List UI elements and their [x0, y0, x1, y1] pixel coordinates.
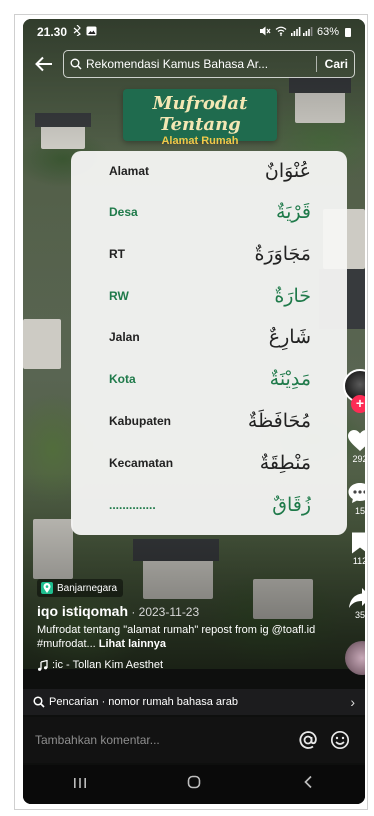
like-count: 292: [352, 454, 365, 464]
vocab-indonesian: Kabupaten: [109, 414, 172, 428]
vocab-arabic: مَدِيْنَةٌ: [269, 368, 311, 390]
vocab-arabic: حَارَةٌ: [274, 285, 311, 307]
status-left-icons: [73, 24, 97, 39]
caption-text: Mufrodat tentang "alamat rumah" repost f…: [37, 624, 316, 650]
vocab-arabic: مُحَافَظَةٌ: [247, 410, 311, 432]
comment-bar: Tambahkan komentar...: [23, 717, 365, 763]
vocab-row: RW حَارَةٌ: [71, 276, 347, 316]
bookmark-count: 112: [352, 556, 365, 566]
search-suggestion-bar[interactable]: Pencarian · nomor rumah bahasa arab ›: [23, 689, 365, 715]
author-name[interactable]: iqo istiqomah: [37, 603, 128, 619]
vocab-indonesian: RT: [109, 247, 125, 261]
mute-icon: [259, 26, 271, 39]
vocab-row: Desa قَرْيَةٌ: [71, 192, 347, 232]
search-query: Rekomendasi Kamus Bahasa Ar...: [86, 57, 269, 71]
share-button[interactable]: 35: [345, 587, 365, 620]
signal-icon: [290, 26, 313, 39]
comment-count: 15: [354, 506, 365, 516]
vocab-row: Alamat عُنْوَانٌ: [71, 151, 347, 191]
vocab-arabic: زُقَاقٌ: [272, 494, 311, 516]
back-button[interactable]: [27, 47, 61, 81]
music-line[interactable]: :ic - Tollan Kim Aesthet: [37, 659, 163, 671]
vocab-row: Kota مَدِيْنَةٌ: [71, 359, 347, 399]
banner-title: Mufrodat Tentang: [152, 93, 248, 135]
title-banner: Mufrodat Tentang Alamat Rumah: [123, 89, 277, 147]
music-title: :ic - Tollan Kim Aesthet: [52, 659, 164, 671]
vocab-indonesian: Kecamatan: [109, 456, 174, 470]
back-arrow-icon: [35, 56, 52, 72]
heart-icon: [348, 430, 365, 451]
recent-apps-button[interactable]: [50, 776, 110, 794]
status-bar: 21.30 63%: [23, 19, 365, 45]
follow-button[interactable]: +: [351, 395, 365, 413]
music-note-icon: [38, 659, 48, 671]
like-button[interactable]: 292: [345, 429, 365, 464]
vocab-card: Alamat عُنْوَانٌ Desa قَرْيَةٌ RT مَجَاو…: [71, 151, 347, 535]
share-arrow-icon: [349, 588, 365, 608]
recent-apps-icon: [74, 777, 86, 788]
author-line[interactable]: iqo istiqomah · 2023-11-23: [37, 603, 199, 619]
search-divider: [315, 56, 317, 72]
vocab-indonesian: RW: [109, 289, 129, 303]
search-icon: [70, 58, 86, 70]
vocab-indonesian: Jalan: [109, 330, 140, 344]
back-chevron-icon: [304, 775, 312, 789]
bookmark-button[interactable]: 112: [345, 531, 365, 566]
vocab-arabic: مَجَاوَرَةٌ: [254, 243, 311, 265]
comment-button[interactable]: 15: [345, 481, 365, 516]
gallery-icon: [86, 25, 97, 39]
battery-icon: [345, 27, 351, 37]
vocab-indonesian: Kota: [109, 372, 136, 386]
vocab-indonesian: Alamat: [109, 164, 150, 178]
status-right-icons: 63%: [259, 26, 351, 39]
vocab-row: Kecamatan مَنْطِقَةٌ: [71, 443, 347, 483]
vocab-arabic: شَارِعٌ: [268, 326, 311, 348]
status-time: 21.30: [37, 25, 68, 39]
notification-icon: [73, 24, 81, 39]
emoji-icon: [330, 730, 350, 750]
location-tag[interactable]: Banjarnegara: [37, 579, 124, 597]
suggestion-text: Pencarian · nomor rumah bahasa arab: [49, 696, 238, 708]
home-button[interactable]: [164, 775, 224, 794]
emoji-button[interactable]: [327, 730, 353, 750]
battery-percent: 63%: [316, 26, 339, 38]
wifi-icon: [275, 26, 287, 39]
comment-icon: [348, 483, 365, 503]
vocab-arabic: عُنْوَانٌ: [264, 160, 311, 182]
phone-screen: 21.30 63% Rekomendasi Kamus Bahasa Ar...…: [23, 19, 365, 804]
vocab-indonesian: ..............: [109, 498, 156, 512]
see-more-link[interactable]: Lihat lainnya: [99, 638, 166, 650]
location-name: Banjarnegara: [57, 582, 118, 594]
bookmark-icon: [352, 532, 365, 554]
music-disc[interactable]: [345, 641, 365, 675]
vocab-row: .............. زُقَاقٌ: [71, 485, 347, 525]
home-icon: [187, 775, 201, 789]
vocab-arabic: قَرْيَةٌ: [275, 201, 311, 223]
screenshot-frame: 21.30 63% Rekomendasi Kamus Bahasa Ar...…: [14, 14, 368, 810]
at-sign-icon: [299, 731, 317, 749]
vocab-indonesian: Desa: [109, 205, 138, 219]
top-bar: Rekomendasi Kamus Bahasa Ar... Cari: [23, 47, 365, 81]
share-count: 35: [354, 610, 365, 620]
chevron-right-icon: ›: [350, 694, 355, 710]
search-button[interactable]: Cari: [325, 57, 348, 71]
comment-input[interactable]: Tambahkan komentar...: [35, 733, 289, 747]
banner-subtitle: Alamat Rumah: [161, 135, 239, 147]
vocab-row: Jalan شَارِعٌ: [71, 317, 347, 357]
mention-button[interactable]: [295, 730, 321, 750]
vocab-row: RT مَجَاوَرَةٌ: [71, 234, 347, 274]
post-date: · 2023-11-23: [128, 605, 200, 619]
search-input[interactable]: Rekomendasi Kamus Bahasa Ar... Cari: [63, 50, 355, 78]
back-nav-button[interactable]: [278, 775, 338, 794]
search-icon: [33, 696, 45, 708]
vocab-arabic: مَنْطِقَةٌ: [259, 452, 311, 474]
system-nav-bar: [23, 765, 365, 804]
location-pin-icon: [41, 582, 53, 594]
vocab-row: Kabupaten مُحَافَظَةٌ: [71, 401, 347, 441]
post-caption: Mufrodat tentang "alamat rumah" repost f…: [37, 623, 337, 651]
